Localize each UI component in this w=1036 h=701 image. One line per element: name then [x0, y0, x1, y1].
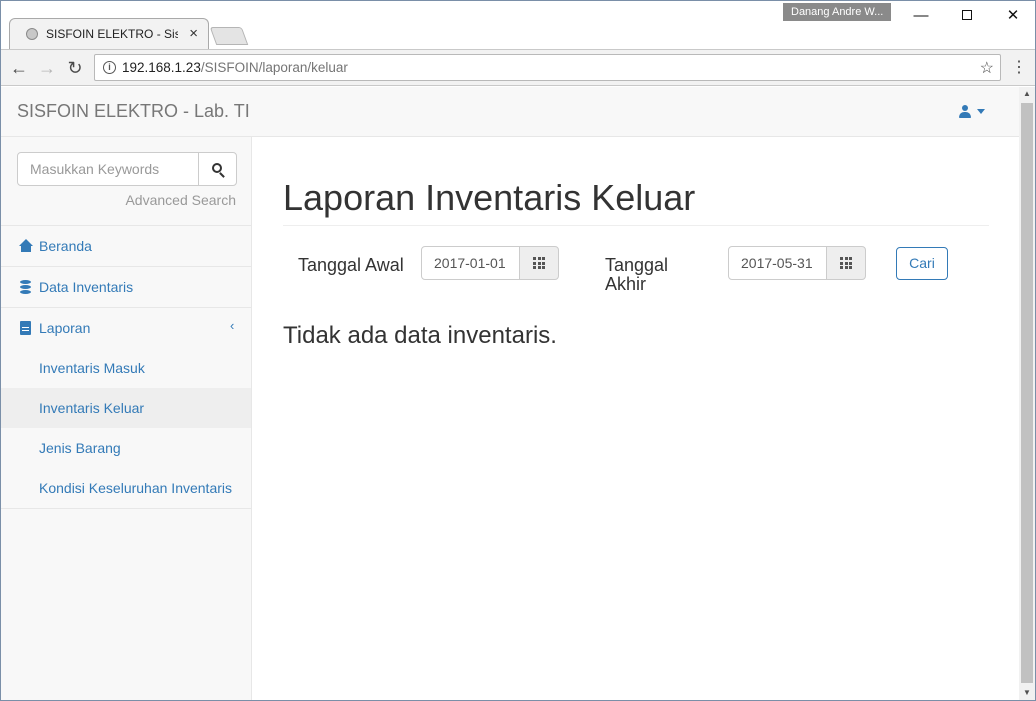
divider — [1, 508, 251, 509]
search-submit-button[interactable]: Cari — [896, 247, 948, 280]
forward-arrow-icon: → — [38, 58, 56, 78]
browser-window: SISFOIN ELEKTRO - Sistem × Danang Andre … — [0, 0, 1036, 701]
sidebar-item-label: Beranda — [39, 238, 92, 254]
address-bar[interactable]: i 192.168.1.23/SISFOIN/laporan/keluar ☆ — [94, 54, 1001, 81]
calendar-grid-icon — [533, 257, 545, 269]
reload-icon: ↻ — [67, 58, 83, 78]
url-path: /SISFOIN/laporan/keluar — [200, 60, 348, 75]
profile-badge[interactable]: Danang Andre W... — [783, 3, 891, 21]
minimize-icon: — — [913, 6, 929, 24]
maximize-button[interactable] — [945, 3, 989, 27]
maximize-icon — [962, 10, 972, 20]
scrollbar-thumb[interactable] — [1021, 103, 1033, 683]
reload-button[interactable]: ↻ — [64, 57, 86, 79]
start-date-label: Tanggal Awal — [298, 255, 404, 275]
scroll-up-arrow-icon[interactable]: ▲ — [1019, 87, 1035, 101]
caret-down-icon — [977, 108, 985, 114]
sidebar-subitem-inventaris-masuk[interactable]: Inventaris Masuk — [1, 348, 251, 388]
sidebar-item-laporan[interactable]: Laporan ‹ — [1, 308, 251, 348]
window-close-button[interactable]: ✕ — [991, 3, 1035, 27]
forward-button[interactable]: → — [36, 57, 58, 79]
end-date-label-line1: Tanggal — [605, 255, 669, 275]
sidebar-subitem-label: Kondisi Keseluruhan Inventaris — [39, 480, 233, 496]
back-button[interactable]: ← — [8, 57, 30, 79]
tab-close-icon[interactable]: × — [189, 25, 198, 42]
page-viewport: SISFOIN ELEKTRO - Lab. TI Advanced Searc… — [1, 87, 1019, 700]
sidebar-subitem-label: Inventaris Keluar — [39, 400, 145, 416]
chevron-left-icon: ‹ — [230, 318, 235, 333]
user-menu-dropdown[interactable] — [959, 102, 985, 118]
sidebar-item-label: Laporan — [39, 320, 91, 336]
sidebar-item-data-inventaris[interactable]: Data Inventaris — [1, 267, 251, 307]
back-arrow-icon: ← — [10, 58, 28, 78]
sidebar-item-label: Data Inventaris — [39, 279, 134, 295]
scroll-down-arrow-icon[interactable]: ▼ — [1019, 686, 1035, 700]
user-icon — [959, 104, 971, 118]
url-host: 192.168.1.23 — [122, 60, 201, 75]
sidebar-subitem-inventaris-keluar[interactable]: Inventaris Keluar — [1, 388, 251, 428]
title-divider — [283, 225, 989, 226]
window-close-icon: ✕ — [1006, 7, 1020, 24]
main-content: Laporan Inventaris Keluar Tanggal Awal T… — [253, 137, 1019, 700]
database-icon — [19, 280, 33, 294]
tab-title: SISFOIN ELEKTRO - Sistem — [46, 27, 178, 41]
home-icon — [19, 239, 33, 253]
browser-tab[interactable]: SISFOIN ELEKTRO - Sistem × — [9, 18, 209, 49]
page-title: Laporan Inventaris Keluar — [283, 177, 696, 218]
browser-toolbar: ← → ↻ i 192.168.1.23/SISFOIN/laporan/kel… — [1, 49, 1035, 86]
search-input[interactable] — [17, 152, 199, 186]
end-date-group — [728, 246, 866, 280]
start-date-group — [421, 246, 559, 280]
sidebar-search — [17, 152, 237, 186]
calendar-grid-icon — [840, 257, 852, 269]
url-text: 192.168.1.23/SISFOIN/laporan/keluar — [122, 60, 348, 75]
sidebar-subitem-kondisi-keseluruhan[interactable]: Kondisi Keseluruhan Inventaris — [1, 468, 251, 508]
new-tab-button[interactable] — [209, 27, 249, 45]
sidebar-subitem-label: Jenis Barang — [39, 440, 121, 456]
browser-menu-icon[interactable]: ⋮ — [1011, 58, 1027, 78]
end-date-picker-button[interactable] — [826, 246, 866, 280]
end-date-label-line2: Akhir — [605, 274, 647, 294]
advanced-search-link[interactable]: Advanced Search — [125, 192, 236, 208]
end-date-label: Tanggal Akhir — [605, 256, 668, 294]
top-navbar: SISFOIN ELEKTRO - Lab. TI — [1, 87, 1019, 137]
navbar-brand[interactable]: SISFOIN ELEKTRO - Lab. TI — [17, 101, 250, 122]
end-date-input[interactable] — [728, 246, 827, 280]
sidebar-item-beranda[interactable]: Beranda — [1, 226, 251, 266]
sidebar-subitem-jenis-barang[interactable]: Jenis Barang — [1, 428, 251, 468]
file-icon — [19, 321, 33, 335]
search-button[interactable] — [198, 152, 237, 186]
sidebar-subitem-label: Inventaris Masuk — [39, 360, 145, 376]
start-date-input[interactable] — [421, 246, 520, 280]
sidebar: Advanced Search Beranda Data Inventaris … — [1, 137, 252, 700]
start-date-picker-button[interactable] — [519, 246, 559, 280]
minimize-button[interactable]: — — [899, 3, 943, 27]
empty-state-message: Tidak ada data inventaris. — [283, 322, 557, 349]
bookmark-star-icon[interactable]: ☆ — [980, 58, 994, 78]
favicon-icon — [26, 28, 38, 40]
vertical-scrollbar[interactable]: ▲ ▼ — [1019, 87, 1035, 700]
tab-strip: SISFOIN ELEKTRO - Sistem × Danang Andre … — [1, 1, 1035, 49]
info-icon[interactable]: i — [103, 61, 116, 74]
